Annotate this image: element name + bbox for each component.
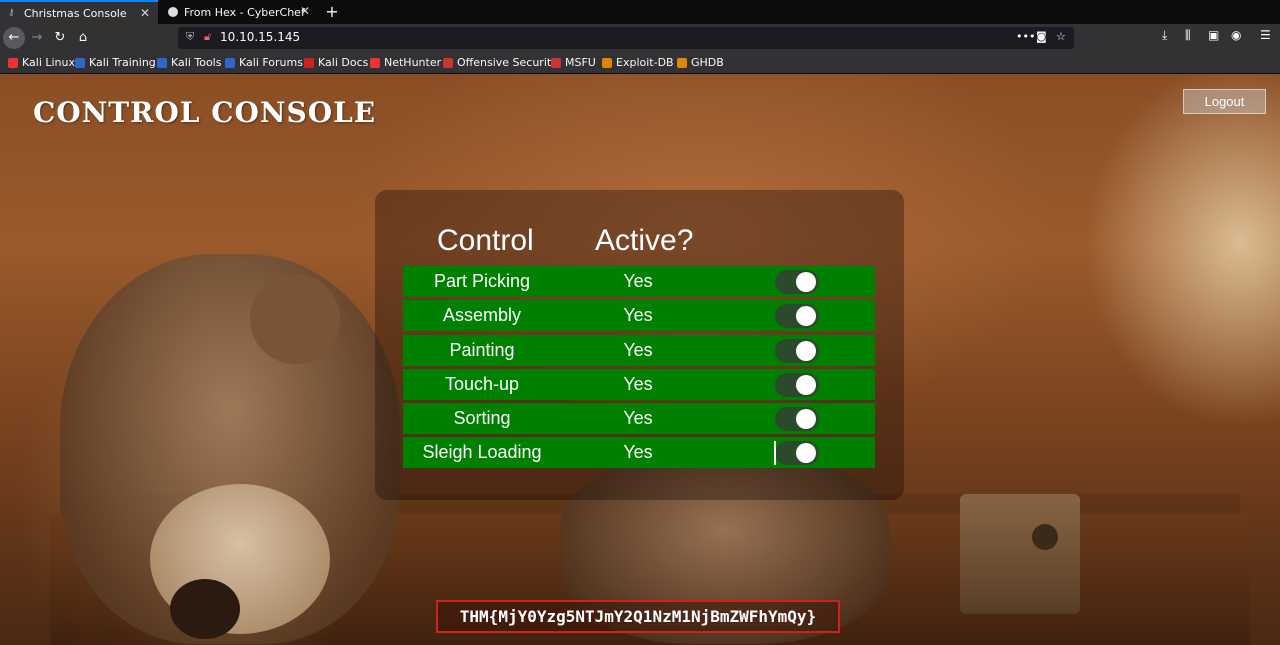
control-name: Painting	[449, 340, 515, 360]
key-icon: ⚷	[8, 8, 15, 18]
kali-icon	[75, 57, 85, 68]
library-icon[interactable]: ⫼	[1185, 28, 1191, 43]
bookmark-label: Offensive Security	[457, 56, 558, 69]
toggle-knob	[796, 341, 816, 361]
control-status: Yes	[623, 271, 653, 291]
offsec-icon	[443, 57, 453, 68]
bookmark-label: Kali Docs	[318, 56, 369, 69]
keyhole	[1032, 524, 1058, 550]
suitcase-lock	[960, 494, 1080, 614]
logout-button[interactable]: Logout	[1183, 89, 1266, 114]
cyberchef-icon	[168, 7, 178, 17]
control-name: Sorting	[453, 408, 511, 428]
back-button[interactable]: ←	[3, 27, 25, 49]
exploit-db-icon	[602, 57, 612, 68]
download-icon[interactable]: ⤓	[1162, 28, 1167, 43]
bookmark-label: Kali Training	[89, 56, 156, 69]
offsec-icon	[551, 57, 561, 68]
control-name: Part Picking	[433, 271, 531, 291]
control-row: Assembly Yes	[403, 300, 875, 331]
url-text[interactable]: 10.10.15.145	[220, 30, 300, 44]
kali-icon	[225, 57, 235, 68]
control-row: Sorting Yes	[403, 403, 875, 434]
close-icon[interactable]: ✕	[140, 6, 150, 20]
control-status: Yes	[623, 305, 653, 325]
bookmark-kali-tools[interactable]: Kali Tools	[157, 56, 221, 69]
bookmark-kali-linux[interactable]: Kali Linux	[8, 56, 75, 69]
toggle-knob	[796, 272, 816, 292]
bookmark-kali-forums[interactable]: Kali Forums	[225, 56, 303, 69]
control-toggle[interactable]	[775, 373, 819, 397]
control-row: Painting Yes	[403, 335, 875, 366]
insecure-lock-icon[interactable]: 🔓︎	[204, 30, 211, 44]
bookmark-msfu[interactable]: MSFU	[551, 56, 596, 69]
bookmark-label: MSFU	[565, 56, 596, 69]
control-name: Assembly	[442, 305, 522, 325]
teddy-bear-nose	[170, 579, 240, 639]
control-row: Touch-up Yes	[403, 369, 875, 400]
control-toggle[interactable]	[775, 339, 819, 363]
page-content: CONTROL CONSOLE Logout Control Active? P…	[0, 74, 1280, 645]
exploit-db-icon	[677, 57, 687, 68]
bookmark-kali-training[interactable]: Kali Training	[75, 56, 156, 69]
tab-bar: ⚷ Christmas Console ✕ From Hex - CyberCh…	[0, 0, 1280, 24]
toggle-knob	[796, 306, 816, 326]
control-status: Yes	[623, 340, 653, 360]
kali-icon	[8, 57, 18, 68]
kali-icon	[370, 57, 380, 68]
tab-label: Christmas Console	[24, 6, 127, 20]
bookmarks-toolbar: Kali Linux Kali Training Kali Tools Kali…	[0, 52, 1280, 74]
menu-icon[interactable]: ☰	[1260, 28, 1271, 42]
close-icon[interactable]: ✕	[300, 4, 310, 18]
bookmark-kali-docs[interactable]: Kali Docs	[304, 56, 368, 69]
url-bar[interactable]: ⛨ 🔓︎ 10.10.15.145 ••• ◙ ☆	[178, 27, 1074, 49]
control-status: Yes	[623, 442, 653, 462]
home-button[interactable]: ⌂	[73, 28, 93, 48]
bookmark-nethunter[interactable]: NetHunter	[370, 56, 441, 69]
page-actions-icon[interactable]: •••	[1016, 30, 1035, 43]
kali-icon	[157, 57, 167, 68]
control-toggle[interactable]	[775, 270, 819, 294]
bookmark-label: Exploit-DB	[616, 56, 674, 69]
control-row: Part Picking Yes	[403, 266, 875, 297]
bookmark-label: Kali Tools	[171, 56, 222, 69]
bookmark-label: Kali Forums	[239, 56, 303, 69]
bookmark-star-icon[interactable]: ☆	[1056, 30, 1066, 43]
shield-icon[interactable]: ⛨	[186, 30, 194, 44]
kali-docs-icon	[304, 57, 314, 68]
bookmark-offensive-security[interactable]: Offensive Security	[443, 56, 558, 69]
control-toggle[interactable]	[775, 441, 819, 465]
page-title: CONTROL CONSOLE	[33, 96, 377, 129]
toggle-knob	[796, 443, 816, 463]
new-tab-button[interactable]: +	[322, 1, 342, 23]
bookmark-label: GHDB	[691, 56, 724, 69]
tab-christmas-console[interactable]: ⚷ Christmas Console ✕	[0, 0, 158, 24]
sidebar-icon[interactable]: ▣	[1208, 28, 1219, 42]
bookmark-exploit-db[interactable]: Exploit-DB	[602, 56, 674, 69]
control-toggle[interactable]	[775, 407, 819, 431]
toggle-knob	[796, 409, 816, 429]
control-status: Yes	[623, 408, 653, 428]
control-row: Sleigh Loading Yes	[403, 437, 875, 468]
flag-text: THM{MjY0Yzg5NTJmY2Q1NzM1NjBmZWFhYmQy}	[436, 600, 840, 633]
navigation-bar: ← → ↻ ⌂ ⛨ 🔓︎ 10.10.15.145 ••• ◙ ☆ ⤓ ⫼ ▣ …	[0, 24, 1280, 52]
column-header-active: Active?	[595, 224, 694, 257]
focus-indicator	[774, 441, 776, 465]
tab-label: From Hex - CyberChef	[184, 5, 305, 19]
control-name: Touch-up	[444, 374, 520, 394]
bookmark-label: NetHunter	[384, 56, 442, 69]
control-name: Sleigh Loading	[422, 442, 542, 462]
toggle-knob	[796, 375, 816, 395]
account-icon[interactable]: ◉	[1231, 28, 1241, 42]
reload-button[interactable]: ↻	[50, 28, 70, 48]
column-header-control: Control	[437, 224, 534, 257]
bookmark-label: Kali Linux	[22, 56, 76, 69]
control-toggle[interactable]	[775, 304, 819, 328]
control-status: Yes	[623, 374, 653, 394]
forward-button[interactable]: →	[27, 28, 47, 48]
tab-cyberchef[interactable]: From Hex - CyberChef ✕	[160, 0, 318, 24]
bookmark-ghdb[interactable]: GHDB	[677, 56, 724, 69]
pocket-icon[interactable]: ◙	[1036, 30, 1047, 43]
teddy-bear-ear	[250, 274, 340, 364]
